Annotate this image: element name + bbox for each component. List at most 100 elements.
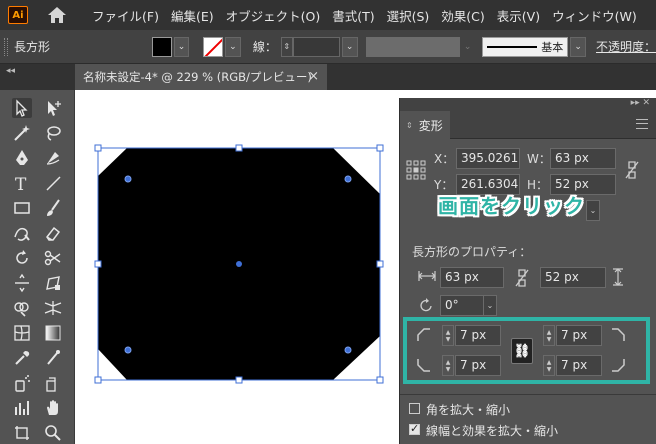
control-bar: 長方形 ⌄ ⌄ 線： ⇕ ⌄ ⌄ 基本 ⌄ 不透明度： [0, 30, 656, 64]
stroke-weight-dropdown-icon[interactable]: ⌄ [341, 36, 358, 57]
blend-tool-icon[interactable] [43, 348, 63, 368]
shaper-tool-icon[interactable] [12, 223, 32, 243]
panel-dock-header: ▸▸ ✕ [400, 98, 656, 111]
w-input[interactable]: 63 px [550, 148, 616, 169]
close-tab-icon[interactable]: × [308, 69, 319, 84]
zoom-tool-icon[interactable] [43, 423, 63, 443]
document-tab-bar: 名称未設定-4* @ 229 % (RGB/プレビュー) × [0, 64, 656, 90]
panel-options-toggle-icon[interactable]: ⇕ [406, 121, 413, 130]
shear-dropdown-icon[interactable]: ⌄ [586, 200, 600, 221]
selection-tool-icon[interactable] [12, 98, 32, 118]
object-type-label: 長方形 [13, 40, 50, 54]
scale-strokes-checkbox[interactable] [409, 422, 420, 435]
opacity-link[interactable]: 不透明度： [596, 38, 656, 55]
tab-transform[interactable]: ⇕ 変形 [400, 111, 450, 139]
brush-dropdown-icon[interactable]: ⌄ [570, 36, 586, 57]
perspective-grid-tool-icon[interactable] [43, 298, 63, 318]
menu-select[interactable]: 選択(S) [387, 6, 430, 25]
eyedropper-tool-icon[interactable] [12, 348, 32, 368]
curvature-tool-icon[interactable] [43, 148, 63, 168]
rect-constrain-icon[interactable] [514, 268, 530, 288]
w-label: W： [527, 152, 551, 166]
artboard-tool-icon[interactable] [12, 423, 32, 443]
corner-br-input[interactable]: 7 px [556, 355, 602, 376]
menu-effect[interactable]: 効果(C) [441, 6, 484, 25]
magic-wand-tool-icon[interactable] [12, 123, 32, 143]
eraser-tool-icon[interactable] [43, 223, 63, 243]
constrain-proportions-icon[interactable] [624, 160, 640, 180]
width-icon [418, 271, 436, 281]
stroke-weight-stepper[interactable]: ⇕ [280, 36, 293, 57]
stroke-swatch[interactable] [203, 36, 224, 57]
tab-transform-label: 変形 [418, 118, 443, 133]
graph-tool-icon[interactable] [12, 398, 32, 418]
x-input[interactable]: 395.0261 [456, 148, 520, 169]
stroke-dropdown-icon[interactable]: ⌄ [225, 36, 241, 57]
lasso-tool-icon[interactable] [43, 123, 63, 143]
corner-tl-stepper[interactable]: ▲ ▼ [442, 325, 454, 346]
rotation-input[interactable]: 0° [440, 295, 484, 316]
app-logo: Ai [8, 6, 28, 24]
gradient-tool-icon[interactable] [43, 323, 63, 343]
panel-collapse-icon[interactable]: ▸▸ ✕ [631, 98, 650, 108]
menu-items: ファイル(F) 編集(E) オブジェクト(O) 書式(T) 選択(S) 効果(C… [92, 6, 649, 25]
menubar: Ai ファイル(F) 編集(E) オブジェクト(O) 書式(T) 選択(S) 効… [0, 0, 656, 30]
link-corner-radius-icon[interactable]: ⛓ [511, 338, 533, 364]
scissors-tool-icon[interactable] [43, 248, 63, 268]
panel-divider [400, 394, 656, 395]
width-tool-icon[interactable] [12, 273, 32, 293]
menu-view[interactable]: 表示(V) [497, 6, 540, 25]
type-tool-icon[interactable]: T [12, 173, 32, 195]
brush-label: 基本 [541, 40, 564, 54]
x-label: X： [434, 152, 455, 166]
rect-width-input[interactable]: 63 px [440, 267, 504, 288]
reference-point-icon[interactable] [406, 160, 426, 180]
corner-type-tl-icon[interactable] [416, 327, 432, 343]
corner-tr-stepper[interactable]: ▲ ▼ [543, 325, 555, 346]
annotation-click-screen: 画面をクリック [438, 194, 585, 218]
corner-type-bl-icon[interactable] [416, 357, 432, 373]
corner-type-tr-icon[interactable] [610, 327, 626, 343]
menu-type[interactable]: 書式(T) [332, 6, 374, 25]
shape-builder-tool-icon[interactable] [12, 298, 32, 318]
rotate-tool-icon[interactable] [12, 248, 32, 268]
illustrator-window: Ai ファイル(F) 編集(E) オブジェクト(O) 書式(T) 選択(S) 効… [0, 0, 656, 444]
paintbrush-tool-icon[interactable] [43, 198, 63, 218]
scale-corners-checkbox[interactable] [409, 403, 420, 414]
hand-tool-icon[interactable] [43, 398, 63, 418]
corner-tl-input[interactable]: 7 px [455, 325, 501, 346]
fill-dropdown-icon[interactable]: ⌄ [173, 36, 190, 57]
corner-bl-input[interactable]: 7 px [455, 355, 501, 376]
home-icon[interactable] [46, 5, 68, 25]
free-transform-tool-icon[interactable] [43, 273, 63, 293]
variable-width-profile[interactable] [365, 36, 460, 57]
menu-object[interactable]: オブジェクト(O) [226, 6, 321, 25]
symbol-sprayer-tool-icon[interactable] [12, 373, 32, 393]
menu-window[interactable]: ウィンドウ(W) [552, 6, 637, 25]
menu-edit[interactable]: 編集(E) [171, 6, 214, 25]
pen-tool-icon[interactable] [12, 148, 32, 168]
rect-height-input[interactable]: 52 px [540, 267, 606, 288]
rotation-dropdown-icon[interactable]: ⌄ [483, 295, 497, 316]
grip-handle[interactable] [4, 37, 8, 56]
stroke-weight-input[interactable] [292, 36, 340, 57]
corner-br-stepper[interactable]: ▲ ▼ [543, 355, 555, 376]
corner-tr-input[interactable]: 7 px [556, 325, 602, 346]
corner-type-br-icon[interactable] [610, 357, 626, 373]
column-graph-tool-icon[interactable] [43, 373, 63, 393]
corner-bl-stepper[interactable]: ▲ ▼ [442, 355, 454, 376]
fill-swatch[interactable] [151, 36, 172, 57]
collapse-toolbar-icon[interactable]: ◂◂ [6, 66, 15, 76]
direct-selection-tool-icon[interactable] [43, 98, 63, 118]
document-tab[interactable]: 名称未設定-4* @ 229 % (RGB/プレビュー) × [75, 64, 327, 90]
stroke-weight-label: 線： [252, 40, 277, 54]
mesh-tool-icon[interactable] [12, 323, 32, 343]
rotation-icon [420, 298, 432, 312]
panel-menu-icon[interactable] [636, 119, 648, 129]
panel-tab-bar: ⇕ 変形 [400, 111, 656, 139]
menu-file[interactable]: ファイル(F) [92, 6, 159, 25]
rectangle-tool-icon[interactable] [12, 198, 32, 218]
brush-definition-select[interactable]: 基本 [481, 36, 569, 57]
line-segment-tool-icon[interactable] [43, 173, 63, 193]
scale-corners-label: 角を拡大・縮小 [426, 403, 511, 417]
